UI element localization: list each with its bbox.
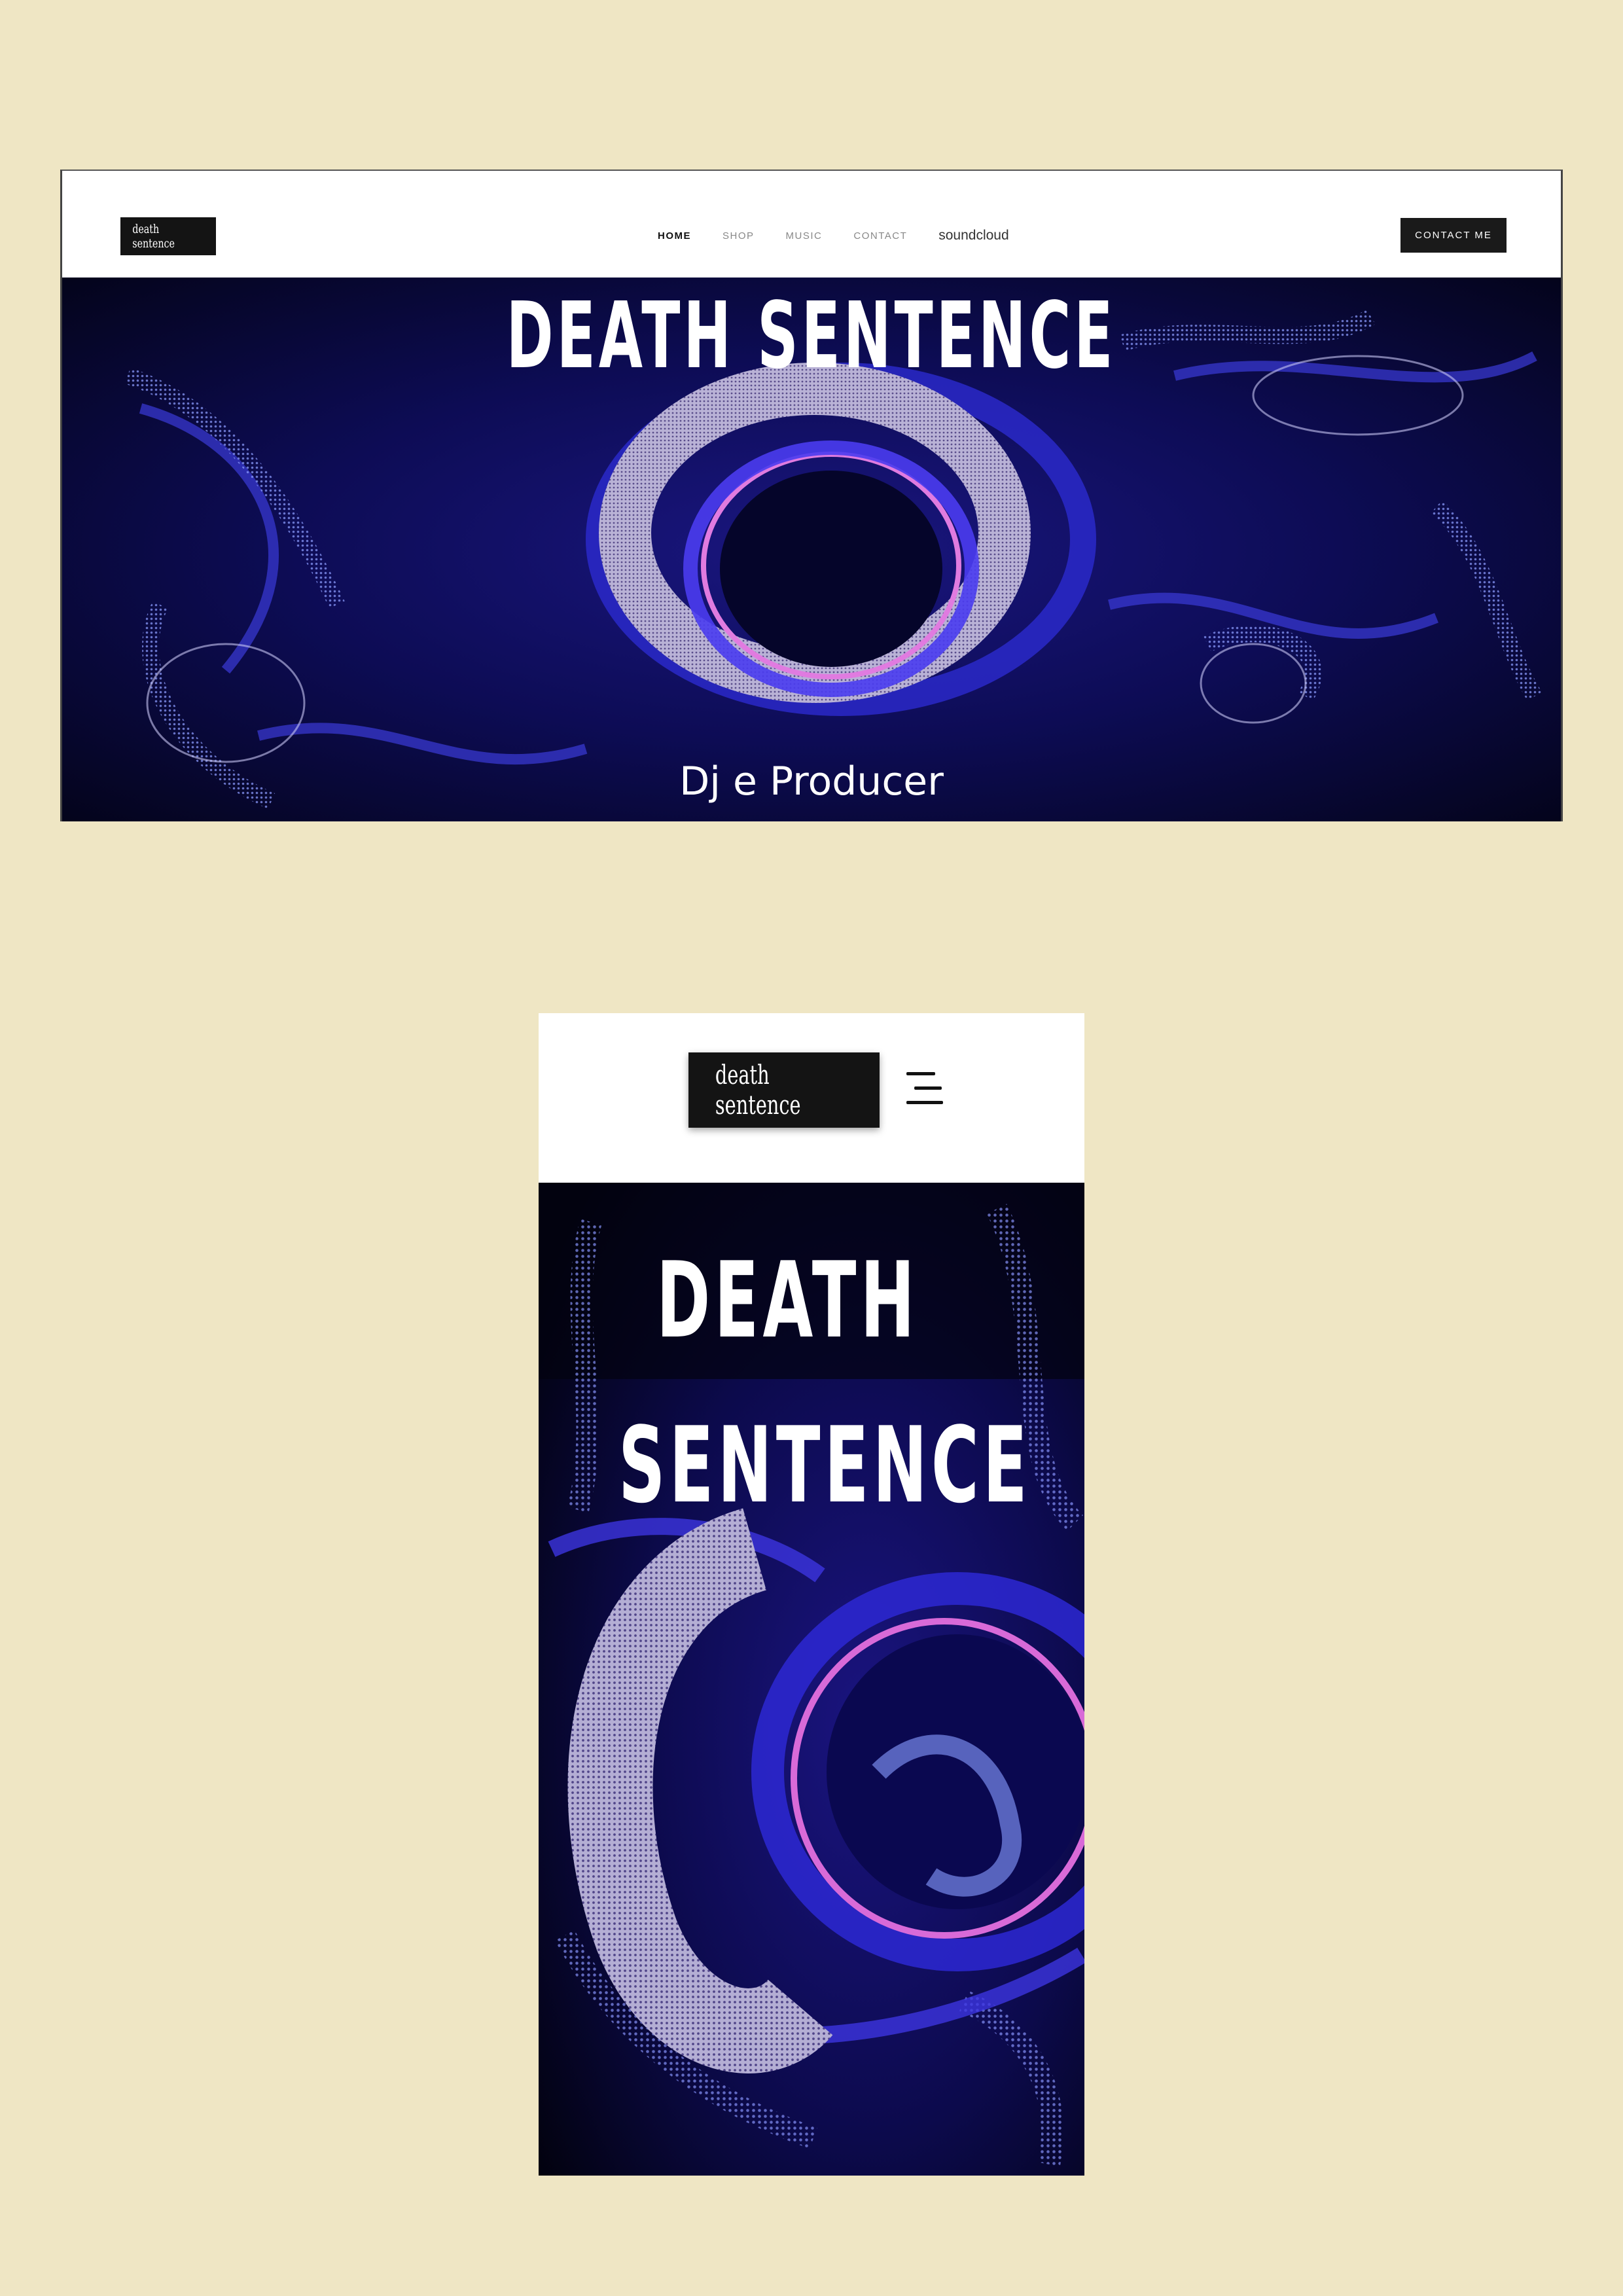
logo-text: death sentence [132, 222, 175, 251]
desktop-mockup: death sentence HOME SHOP MUSIC CONTACT s… [60, 170, 1563, 821]
mobile-hero: DEATH SENTENCE [539, 1183, 1084, 2176]
desktop-hero: DEATH SENTENCE Dj e Producer [62, 278, 1561, 821]
mobile-hero-title-line1: DEATH [656, 1239, 919, 1361]
mobile-mockup: death sentence DEATH SENTENCE [539, 1013, 1084, 2176]
main-nav: HOME SHOP MUSIC CONTACT soundcloud [658, 228, 1009, 243]
hero-subtitle: Dj e Producer [679, 759, 944, 804]
mobile-hero-title-line2: SENTENCE [618, 1404, 1031, 1526]
hamburger-menu-icon[interactable] [906, 1072, 944, 1106]
nav-item-soundcloud[interactable]: soundcloud [938, 228, 1008, 243]
hero-title: DEATH SENTENCE [507, 283, 1116, 389]
nav-item-home[interactable]: HOME [658, 230, 691, 242]
nav-item-music[interactable]: MUSIC [786, 230, 823, 242]
site-logo[interactable]: death sentence [120, 217, 216, 255]
mobile-logo-text: death sentence [715, 1060, 801, 1121]
nav-item-contact[interactable]: CONTACT [853, 230, 907, 242]
desktop-header: death sentence HOME SHOP MUSIC CONTACT s… [62, 171, 1561, 278]
nav-item-shop[interactable]: SHOP [722, 230, 755, 242]
mobile-site-logo[interactable]: death sentence [688, 1052, 880, 1128]
contact-me-button[interactable]: CONTACT ME [1400, 218, 1507, 253]
mobile-header: death sentence [539, 1013, 1084, 1183]
